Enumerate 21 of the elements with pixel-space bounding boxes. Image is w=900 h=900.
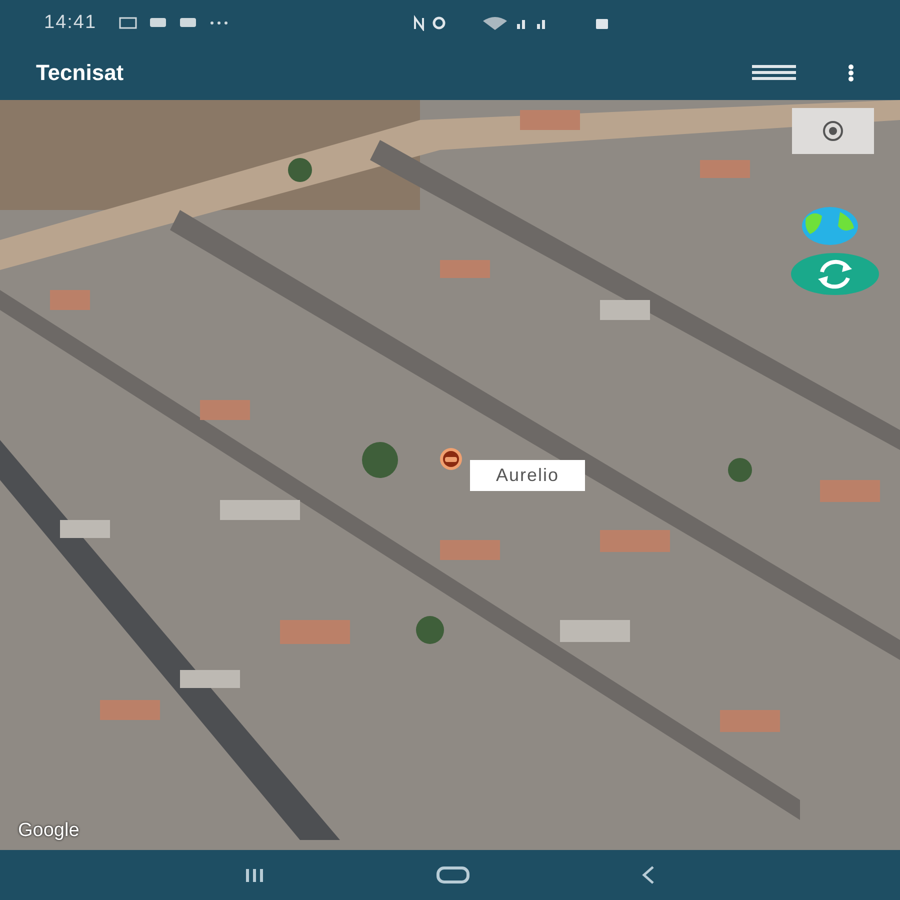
signal-icon xyxy=(516,20,525,28)
more-menu-icon[interactable] xyxy=(848,64,854,82)
car-marker-icon[interactable] xyxy=(439,447,463,471)
signal-icon xyxy=(536,20,545,28)
back-icon[interactable] xyxy=(640,865,655,885)
marker-label: Aurelio xyxy=(470,460,586,491)
screen-icon xyxy=(118,14,137,30)
wifi-icon xyxy=(482,16,507,30)
list-icon[interactable] xyxy=(752,62,796,82)
battery-icon xyxy=(596,18,608,28)
nfc-icon xyxy=(414,14,424,30)
app-title: Tecnisat xyxy=(36,60,125,86)
home-icon[interactable] xyxy=(436,866,470,884)
satellite-map-drawing[interactable] xyxy=(0,100,900,850)
recent-apps-icon[interactable] xyxy=(245,867,266,883)
more-notifications-icon xyxy=(208,20,229,24)
map-attribution: Google xyxy=(18,820,80,842)
refresh-button[interactable] xyxy=(790,252,880,296)
status-time: 14:41 xyxy=(44,12,97,34)
location-status-icon xyxy=(432,16,445,29)
my-location-button[interactable] xyxy=(792,108,874,154)
